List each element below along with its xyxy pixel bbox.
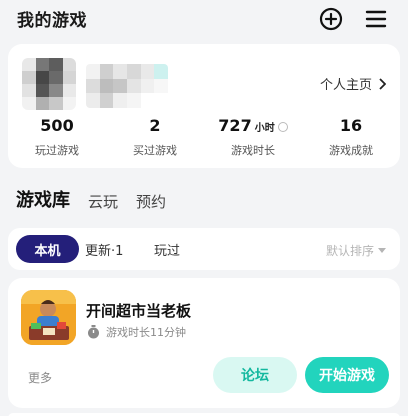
stat-label: 玩过游戏 [35,144,79,157]
my-games-page: 我的游戏 个人主页 500 玩过游戏 2 买过游戏 727 小时 游戏时长 16… [0,0,408,416]
game-icon[interactable] [21,290,76,345]
stat-value: 16 [339,116,363,135]
game-title[interactable]: 开间超市当老板 [86,300,191,321]
stat-value: 500 [40,116,74,135]
stat-games-bought[interactable]: 2 买过游戏 [106,116,204,160]
forum-button[interactable]: 论坛 [213,357,297,393]
menu-button[interactable] [363,6,389,32]
profile-home-link[interactable]: 个人主页 [320,74,386,93]
stat-label: 游戏时长 [231,144,275,157]
avatar[interactable] [22,58,76,110]
plus-circle-icon [319,7,343,31]
stat-play-time[interactable]: 727 小时 游戏时长 [204,116,302,160]
caret-down-icon [378,248,386,253]
sort-dropdown[interactable]: 默认排序 [326,242,386,259]
stat-label: 游戏成就 [329,144,373,157]
filter-bar: 本机 更新·1 玩过 默认排序 [8,228,400,270]
sort-label: 默认排序 [325,244,374,258]
game-playtime: 游戏时长11分钟 [87,324,186,340]
filter-chip-played[interactable]: 玩过 [154,235,180,263]
game-card[interactable]: 开间超市当老板 游戏时长11分钟 更多 论坛 开始游戏 [8,278,400,408]
stats-row: 500 玩过游戏 2 买过游戏 727 小时 游戏时长 16 游戏成就 [8,116,400,160]
stat-unit: 小时 [254,123,275,134]
stat-label: 买过游戏 [133,144,177,157]
profile-card: 个人主页 500 玩过游戏 2 买过游戏 727 小时 游戏时长 16 游戏成就 [8,44,400,168]
stat-achievements[interactable]: 16 游戏成就 [302,116,400,160]
stat-games-played[interactable]: 500 玩过游戏 [8,116,106,160]
username-blurred [86,64,168,108]
tab-cloud-play[interactable]: 云玩 [88,191,118,212]
stat-value: 2 [149,116,161,135]
hamburger-menu-icon [365,10,387,28]
page-title: 我的游戏 [17,11,87,31]
main-tabs: 游戏库 云玩 预约 [16,184,166,212]
stopwatch-icon [88,325,99,339]
add-button[interactable] [318,6,344,32]
start-game-button[interactable]: 开始游戏 [305,357,389,393]
playtime-text: 游戏时长11分钟 [106,326,186,339]
profile-home-label: 个人主页 [319,78,372,93]
top-bar: 我的游戏 [0,0,408,40]
filter-chip-local[interactable]: 本机 [16,235,79,263]
tab-reservations[interactable]: 预约 [136,191,166,212]
more-button[interactable]: 更多 [28,369,52,386]
tab-game-library[interactable]: 游戏库 [16,186,70,212]
game-icon-art [21,290,76,345]
stat-value: 727 [218,116,252,135]
info-icon[interactable] [277,122,288,132]
chevron-right-icon [379,77,386,90]
filter-chip-updates[interactable]: 更新·1 [85,235,123,263]
